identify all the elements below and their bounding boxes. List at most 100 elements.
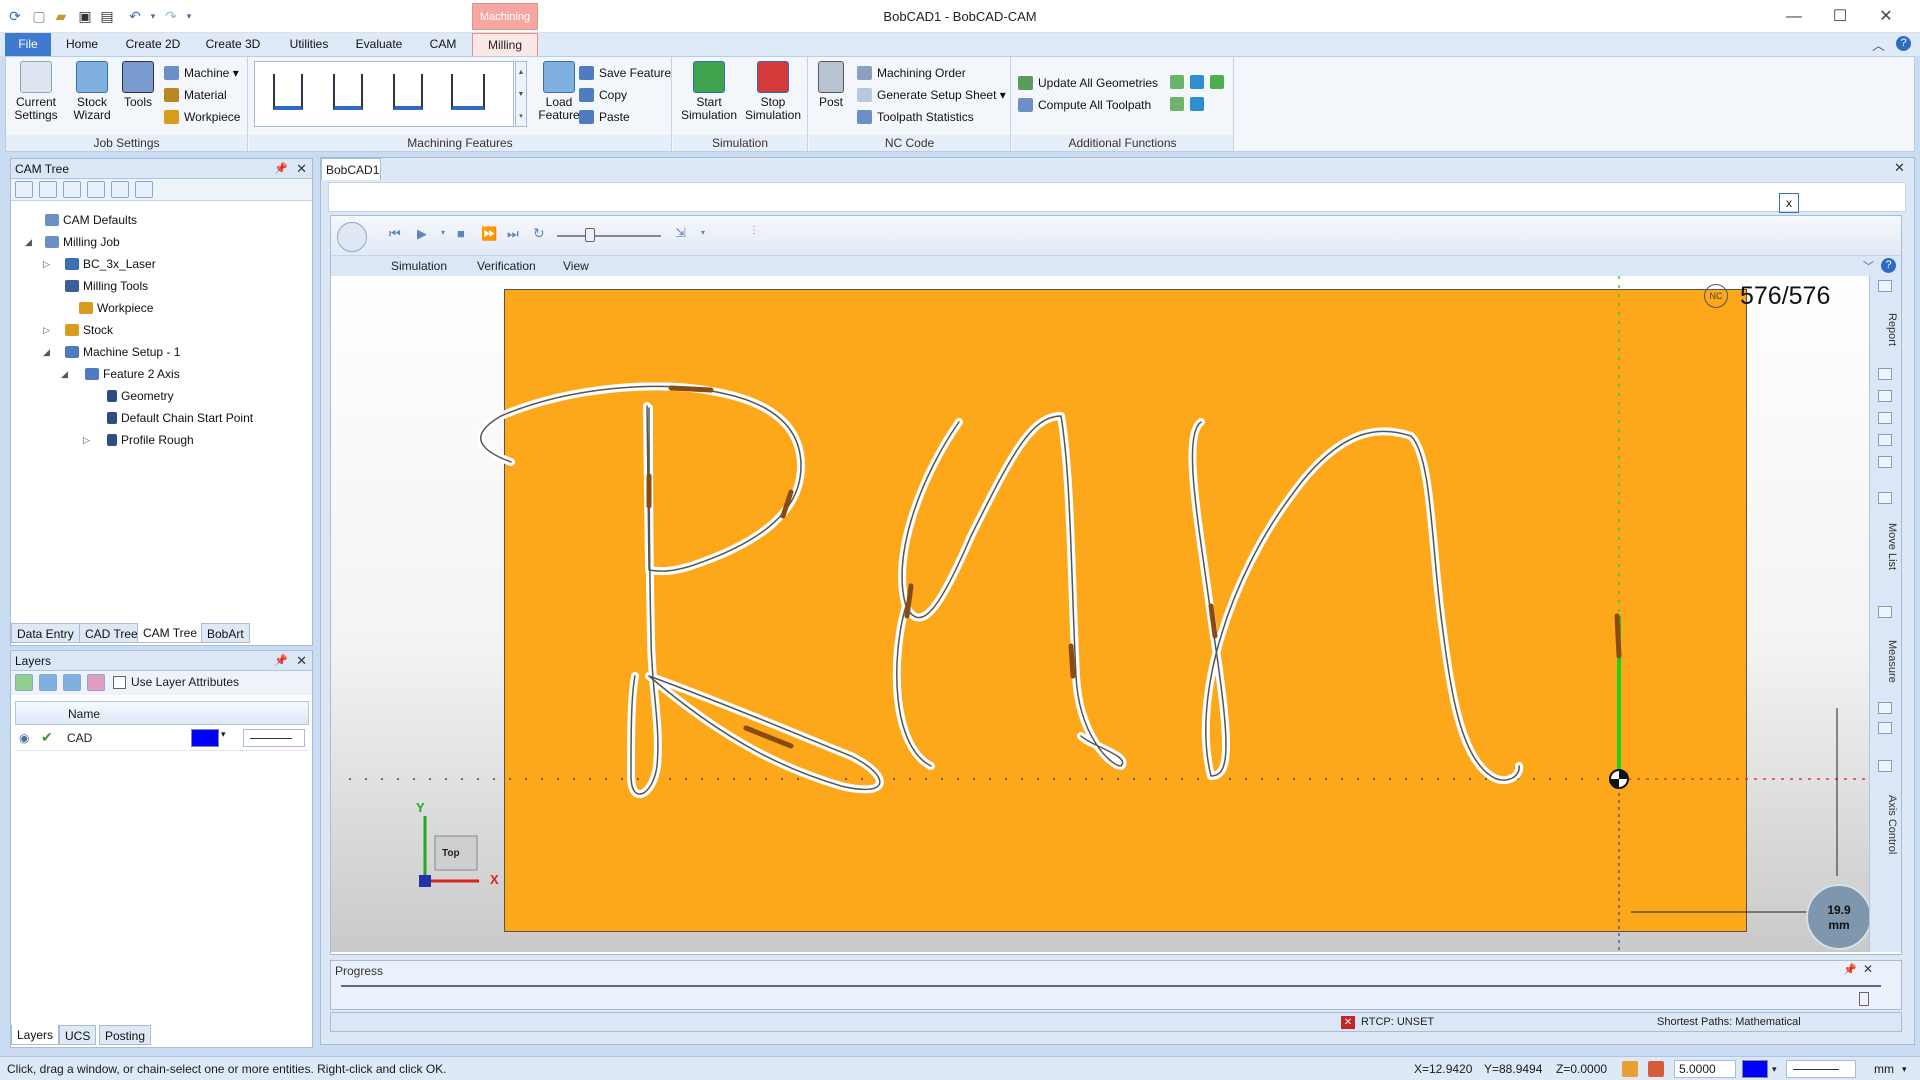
- table-row[interactable]: ◉ ✔ CAD ▾: [15, 725, 309, 751]
- machine-button[interactable]: Machine ▾: [164, 63, 239, 83]
- tab-posting[interactable]: Posting: [99, 1025, 152, 1045]
- feature-gallery[interactable]: [254, 61, 514, 127]
- feature-drill-icon[interactable]: [393, 74, 423, 110]
- simulation-menu-icon[interactable]: [337, 222, 367, 252]
- feature-multi-icon[interactable]: [451, 74, 485, 110]
- add-layer-icon[interactable]: [15, 674, 33, 691]
- pin-icon[interactable]: 📌: [274, 159, 288, 179]
- menu-verification[interactable]: Verification: [477, 256, 536, 276]
- close-viewer-button[interactable]: x: [1779, 193, 1799, 213]
- side-tool-icon[interactable]: [1878, 760, 1892, 772]
- tab-create-3d[interactable]: Create 3D: [200, 33, 266, 56]
- collapse-twisty-icon[interactable]: ◢: [61, 365, 68, 383]
- current-settings-button[interactable]: Current Settings: [10, 61, 62, 131]
- chevron-down-icon[interactable]: ▾: [1902, 1057, 1907, 1080]
- use-layer-attributes-checkbox[interactable]: [113, 676, 126, 689]
- tab-cam[interactable]: CAM: [420, 33, 466, 56]
- stop-simulation-button[interactable]: Stop Simulation: [741, 61, 805, 131]
- expand-twisty-icon[interactable]: ▷: [43, 321, 50, 339]
- gallery-scroll-icon[interactable]: ▲ ▼ ▾: [515, 61, 527, 127]
- extra-function-icon-2[interactable]: [1190, 75, 1204, 89]
- start-simulation-button[interactable]: Start Simulation: [677, 61, 741, 131]
- collapse-ribbon-icon[interactable]: ︿: [1872, 35, 1885, 54]
- toolpath-statistics-button[interactable]: Toolpath Statistics: [857, 107, 974, 127]
- speed-slider-thumb[interactable]: [585, 228, 595, 242]
- tree-item-stock[interactable]: Stock: [65, 321, 113, 339]
- side-tool-icon[interactable]: [1878, 434, 1892, 446]
- expand-twisty-icon[interactable]: ▷: [83, 431, 90, 449]
- tab-cad-tree[interactable]: CAD Tree: [79, 623, 144, 643]
- tree-item-cam-defaults[interactable]: CAM Defaults: [45, 211, 137, 229]
- tree-item-milling-tools[interactable]: Milling Tools: [65, 277, 148, 295]
- checkmark-icon[interactable]: ✔: [41, 729, 53, 746]
- move-layer-down-icon[interactable]: [63, 674, 81, 691]
- snap-grid-icon[interactable]: [1622, 1061, 1638, 1077]
- feature-2axis-icon[interactable]: [273, 74, 303, 110]
- close-panel-icon[interactable]: ✕: [1863, 962, 1873, 976]
- fast-forward-icon[interactable]: ⏩: [481, 226, 497, 242]
- skip-end-icon[interactable]: ⏭: [507, 226, 519, 242]
- minimize-button[interactable]: —: [1772, 4, 1816, 30]
- line-style-selector[interactable]: [1786, 1060, 1856, 1078]
- units-selector[interactable]: mm: [1874, 1057, 1894, 1080]
- color-selector[interactable]: [1742, 1060, 1768, 1078]
- tree-item-geometry[interactable]: Geometry: [107, 387, 174, 405]
- side-tab-report[interactable]: Report: [1874, 300, 1898, 360]
- extra-function-icon-4[interactable]: [1170, 97, 1184, 111]
- cursor-icon[interactable]: ⇲: [675, 225, 686, 241]
- generate-setup-sheet-button[interactable]: Generate Setup Sheet ▾: [857, 85, 1006, 105]
- side-tool-icon[interactable]: [1878, 280, 1892, 292]
- pin-icon[interactable]: 📌: [1843, 963, 1857, 976]
- snap-point-icon[interactable]: [1648, 1061, 1664, 1077]
- tree-item-default-chain-start-point[interactable]: Default Chain Start Point: [107, 409, 253, 427]
- tree-item-feature-2-axis[interactable]: Feature 2 Axis: [85, 365, 180, 383]
- feature-pocket-icon[interactable]: [333, 74, 363, 110]
- side-tool-icon[interactable]: [1878, 606, 1892, 618]
- tab-create-2d[interactable]: Create 2D: [120, 33, 186, 56]
- line-style-select[interactable]: [243, 729, 305, 747]
- tab-layers[interactable]: Layers: [11, 1025, 60, 1045]
- close-panel-icon[interactable]: ✕: [296, 159, 307, 179]
- tab-milling[interactable]: Milling: [472, 33, 538, 56]
- workpiece-button[interactable]: Workpiece: [164, 107, 240, 127]
- menu-view[interactable]: View: [563, 256, 589, 276]
- stop-icon[interactable]: ■: [457, 226, 465, 241]
- material-button[interactable]: Material: [164, 85, 227, 105]
- side-tool-icon[interactable]: [1878, 702, 1892, 714]
- collapse-twisty-icon[interactable]: ◢: [43, 343, 50, 361]
- move-layer-up-icon[interactable]: [39, 674, 57, 691]
- side-tab-axis-control[interactable]: Axis Control: [1874, 780, 1898, 870]
- tab-home[interactable]: Home: [58, 33, 106, 56]
- progress-thumb[interactable]: [1859, 992, 1869, 1006]
- stock-wizard-button[interactable]: Stock Wizard: [66, 61, 118, 131]
- extra-function-icon-5[interactable]: [1190, 97, 1204, 111]
- side-tool-icon[interactable]: [1878, 412, 1892, 424]
- pin-icon[interactable]: 📌: [274, 651, 288, 671]
- tab-evaluate[interactable]: Evaluate: [350, 33, 408, 56]
- tree-item-machine-setup[interactable]: Machine Setup - 1: [65, 343, 180, 361]
- chevron-down-icon[interactable]: ▾: [221, 729, 226, 740]
- tab-cam-tree[interactable]: CAM Tree: [137, 623, 204, 643]
- close-button[interactable]: ✕: [1864, 4, 1908, 30]
- update-all-geometries-button[interactable]: Update All Geometries: [1018, 73, 1158, 93]
- side-tool-icon[interactable]: [1878, 368, 1892, 380]
- play-icon[interactable]: ▶: [417, 226, 427, 242]
- menu-simulation[interactable]: Simulation: [391, 256, 447, 276]
- speed-slider[interactable]: [557, 235, 661, 237]
- help-icon[interactable]: ?: [1881, 258, 1896, 273]
- tree-tool-icon-4[interactable]: [87, 181, 105, 198]
- value-input[interactable]: 5.0000: [1674, 1060, 1736, 1078]
- close-panel-icon[interactable]: ✕: [296, 651, 307, 671]
- tab-data-entry[interactable]: Data Entry: [11, 623, 80, 643]
- tab-file[interactable]: File: [5, 33, 51, 56]
- rewind-icon[interactable]: ⏮: [389, 226, 401, 242]
- post-button[interactable]: Post: [811, 61, 851, 131]
- extra-function-icon-3[interactable]: [1210, 75, 1224, 89]
- loop-icon[interactable]: ↻: [533, 225, 545, 242]
- tree-tool-icon-6[interactable]: [135, 181, 153, 198]
- delete-layer-icon[interactable]: [87, 674, 105, 691]
- tab-ucs[interactable]: UCS: [59, 1025, 97, 1045]
- save-feature-button[interactable]: Save Feature: [579, 63, 671, 83]
- tools-button[interactable]: Tools: [116, 61, 160, 131]
- tree-tool-icon-2[interactable]: [39, 181, 57, 198]
